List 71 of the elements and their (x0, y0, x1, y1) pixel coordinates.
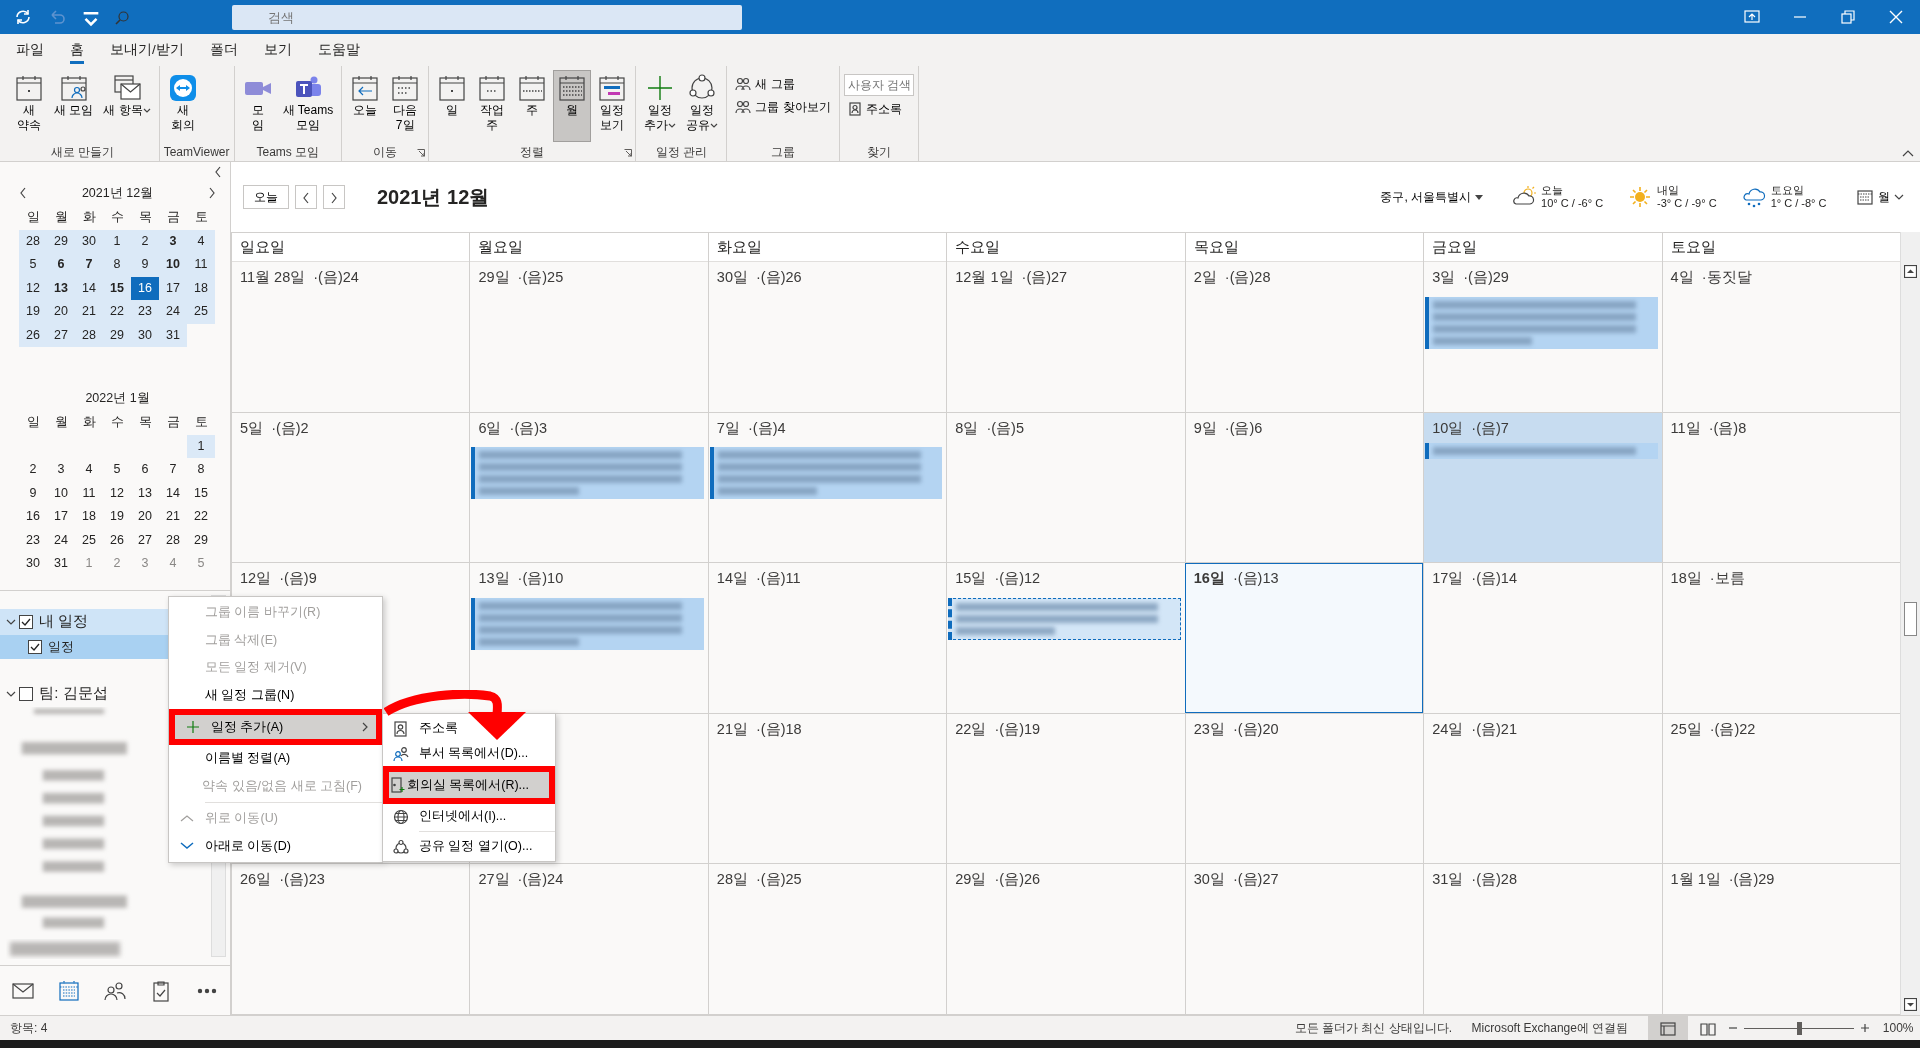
group-label: 정렬 (520, 144, 545, 161)
group-label: 이동 (373, 144, 398, 161)
date-label: 18일 ·보름 (1669, 569, 1746, 589)
date-label: 7일 ·(음)4 (715, 418, 787, 438)
weekday-label: 월 (53, 414, 69, 431)
weekday-label: 목 (137, 209, 153, 226)
date-label: 14일 ·(음)11 (715, 569, 802, 589)
date-label: 25일 ·(음)22 (1669, 719, 1757, 739)
date-label: 30일 ·(음)27 (1192, 870, 1280, 890)
weekday-label: 일 (25, 414, 41, 431)
date-label: 5일 ·(음)2 (239, 418, 310, 438)
weather-temperature: 10° C / -6° C (1541, 197, 1604, 211)
item-count: 항목: 4 (10, 1020, 48, 1037)
weekday-label: 수 (109, 414, 125, 431)
date-label: 11일 ·(음)8 (1669, 418, 1748, 438)
group-label: 찾기 (866, 144, 891, 161)
date-label: 21일 ·(음)18 (715, 719, 803, 739)
folder-label: 내 일정 (39, 611, 89, 632)
date-label: 17일 ·(음)14 (1431, 569, 1518, 589)
date-label: 22일 ·(음)19 (954, 719, 1042, 739)
weekday-label: 목 (137, 414, 153, 431)
weekday-label: 금 (165, 209, 181, 226)
date-label: 23일 ·(음)20 (1192, 719, 1280, 739)
weather-day: 토요일 (1770, 183, 1827, 197)
date-label: 11월 28일 ·(음)24 (239, 268, 360, 287)
weekday-label: 일 (25, 209, 41, 226)
date-label: 16일 ·(음)13 (1192, 569, 1280, 589)
sync-status: 모든 폴더가 최신 상태입니다. (1294, 1020, 1453, 1037)
month-title: 2021년 12월 (81, 184, 154, 202)
group-label: Teams 모임 (256, 144, 320, 161)
weekday-label: 토 (193, 414, 209, 431)
date-label: 27일 ·(음)24 (477, 870, 565, 890)
calendar-label: 일정 (48, 637, 75, 656)
group-label: 그룹 (770, 144, 795, 161)
date-label: 29일 ·(음)26 (954, 870, 1042, 890)
weather-day: 내일 (1657, 183, 1717, 197)
date-label: 26일 ·(음)23 (239, 870, 326, 890)
date-label: 1월 1일 ·(음)29 (1669, 870, 1776, 890)
date-label: 31일 ·(음)28 (1431, 870, 1518, 890)
month-title: 2021년 12월 (377, 185, 490, 210)
date-label: 13일 ·(음)10 (477, 569, 565, 589)
month-title: 2022년 1월 (85, 389, 150, 407)
group-label: TeamViewer (163, 144, 230, 161)
weekday-label: 화 (81, 209, 97, 226)
date-label: 24일 ·(음)21 (1431, 719, 1518, 739)
date-label: 12월 1일 ·(음)27 (954, 268, 1069, 287)
weekday-label: 수 (109, 209, 125, 226)
date-label: 4일 ·동짓달 (1669, 268, 1753, 287)
group-label: 일정 관리 (655, 144, 707, 161)
date-label: 3일 ·(음)29 (1431, 268, 1510, 287)
date-label: 6일 ·(음)3 (477, 418, 549, 438)
date-label: 10일 ·(음)7 (1431, 418, 1510, 438)
group-label: 새로 만들기 (50, 144, 114, 161)
zoom-level: 100% (1882, 1020, 1914, 1037)
weekday-label: 월 (53, 209, 69, 226)
date-label: 30일 ·(음)26 (715, 268, 803, 287)
weekday-label: 화 (81, 414, 97, 431)
date-label: 29일 ·(음)25 (477, 268, 565, 287)
folder-label: 팀: 김문섭 (39, 683, 108, 704)
date-label: 8일 ·(음)5 (954, 418, 1025, 438)
weather-temperature: 1° C / -8° C (1770, 197, 1827, 211)
date-label: 2일 ·(음)28 (1192, 268, 1272, 287)
date-label: 15일 ·(음)12 (954, 569, 1042, 589)
date-label: 9일 ·(음)6 (1192, 418, 1264, 438)
connection-status: Microsoft Exchange에 연결됨 (1471, 1020, 1629, 1037)
weekday-label: 금 (165, 414, 181, 431)
weather-day: 오늘 (1541, 183, 1604, 197)
weekday-label: 토 (193, 209, 209, 226)
date-label: 28일 ·(음)25 (715, 870, 803, 890)
weather-temperature: -3° C / -9° C (1657, 197, 1717, 211)
date-label: 12일 ·(음)9 (239, 569, 318, 589)
